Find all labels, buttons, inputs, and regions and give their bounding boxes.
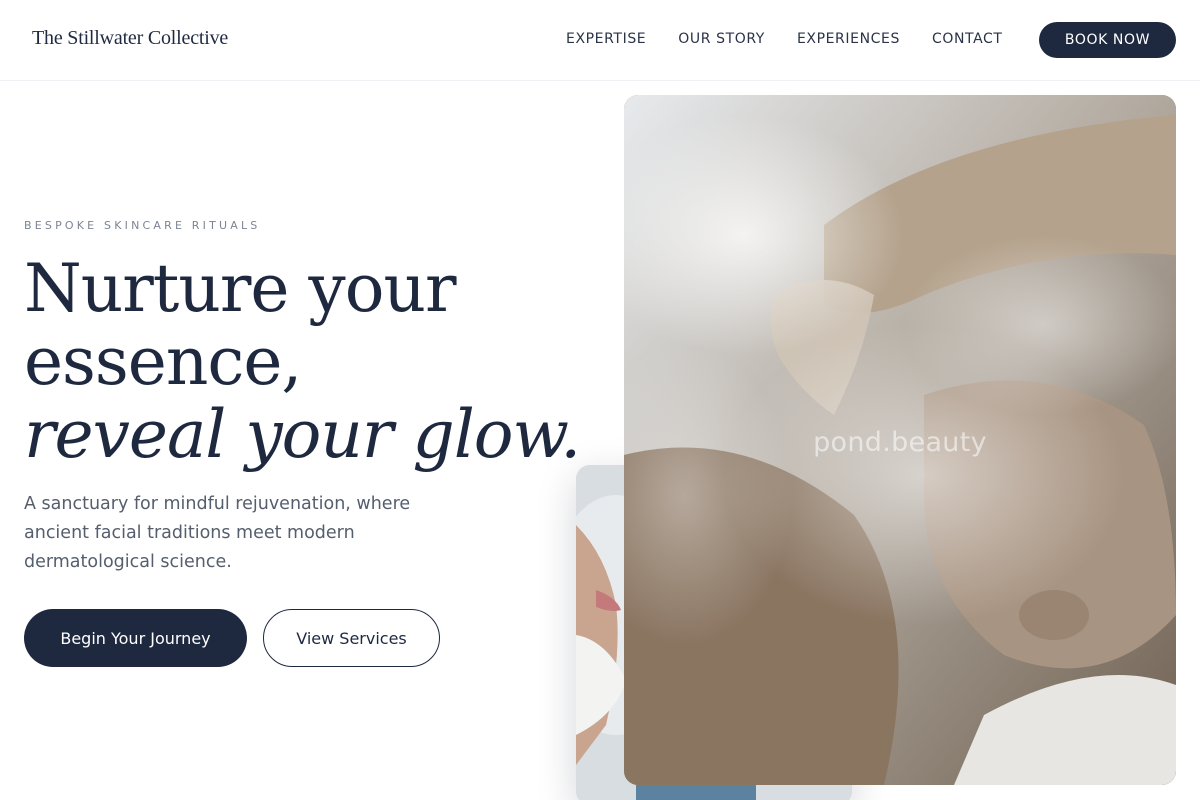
nav-link-our-story[interactable]: OUR STORY (678, 31, 765, 47)
nav-link-contact[interactable]: CONTACT (932, 31, 1003, 47)
hero-headline: Nurture your essence, reveal your glow. (24, 250, 581, 473)
headline-line-1: Nurture your (24, 250, 457, 327)
nav-link-experiences[interactable]: EXPERIENCES (797, 31, 900, 47)
main-nav: EXPERTISE OUR STORY EXPERIENCES CONTACT (566, 31, 1003, 47)
nav-link-expertise[interactable]: EXPERTISE (566, 31, 646, 47)
view-services-button[interactable]: View Services (263, 609, 440, 667)
image-watermark: pond.beauty (813, 427, 987, 458)
headline-line-3: reveal your glow. (24, 396, 581, 473)
begin-journey-button[interactable]: Begin Your Journey (24, 609, 247, 667)
hero-description: A sanctuary for mindful rejuvenation, wh… (24, 494, 411, 572)
hero-eyebrow: BESPOKE SKINCARE RITUALS (24, 219, 261, 232)
book-now-button[interactable]: BOOK NOW (1039, 22, 1176, 58)
steam-facial-image: pond.beauty (624, 95, 1176, 785)
site-header: The Stillwater Collective EXPERTISE OUR … (0, 0, 1200, 81)
headline-line-2: essence, (24, 323, 302, 400)
brand-logo[interactable]: The Stillwater Collective (32, 27, 228, 50)
